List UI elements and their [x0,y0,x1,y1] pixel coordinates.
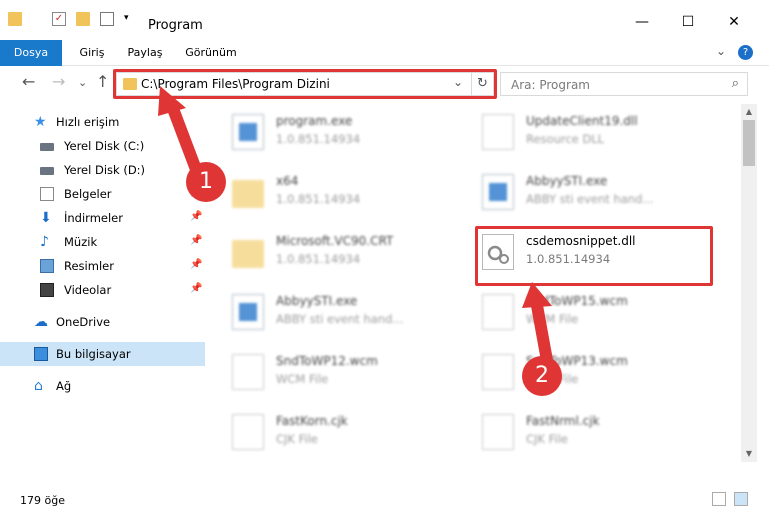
status-bar: 179 öğe [0,486,769,524]
details-view-icon[interactable] [712,492,726,506]
annotation-arrows [158,86,554,372]
arrow-2-head [522,282,552,308]
callout-badge-2: 2 [522,356,562,396]
arrow-1-head [158,86,186,116]
large-icons-view-icon[interactable] [734,492,748,506]
item-count: 179 öğe [20,494,65,507]
callout-badge-1: 1 [186,162,226,202]
